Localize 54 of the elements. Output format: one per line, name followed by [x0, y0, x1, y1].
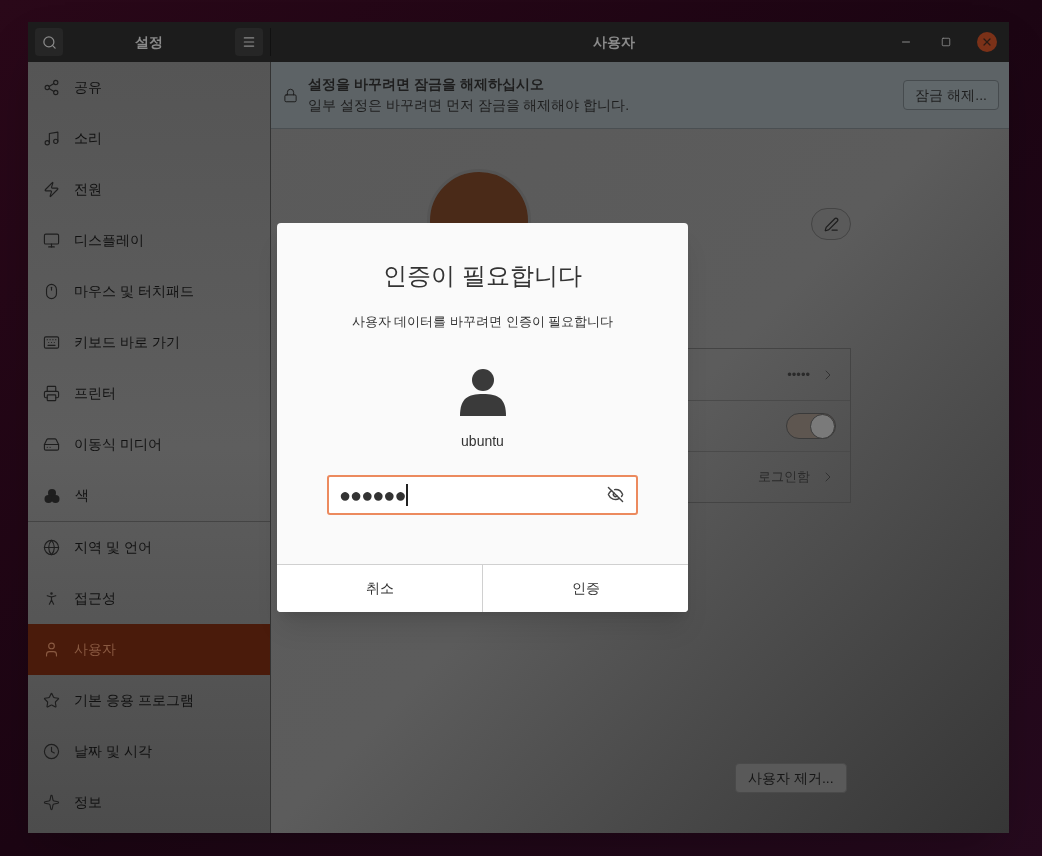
search-icon — [41, 34, 57, 50]
power-icon — [43, 181, 60, 198]
music-note-icon — [43, 130, 60, 147]
circles-icon — [43, 486, 61, 505]
close-icon — [981, 36, 993, 48]
drive-icon — [43, 436, 60, 453]
dialog-message: 사용자 데이터를 바꾸려면 인증이 필요합니다 — [351, 313, 614, 331]
sidebar-item[interactable]: 기본 응용 프로그램 — [28, 675, 270, 726]
password-field[interactable]: ●●●●●● — [327, 474, 638, 515]
search-button[interactable] — [35, 28, 63, 56]
sidebar-item[interactable]: 전원 — [28, 164, 270, 215]
sidebar-item[interactable]: 정보 — [28, 777, 270, 828]
user-icon — [43, 641, 60, 658]
close-button[interactable] — [977, 32, 997, 52]
sparkle-icon — [43, 794, 60, 811]
mouse-icon — [43, 283, 60, 300]
printer-icon — [43, 385, 60, 402]
dialog-username: ubuntu — [461, 431, 504, 451]
sidebar-item[interactable]: 디스플레이 — [28, 215, 270, 266]
hidden-eye-icon[interactable] — [607, 486, 624, 503]
banner-subtitle: 일부 설정은 바꾸려면 먼저 잠금을 해제해야 합니다. — [308, 96, 631, 115]
monitor-icon — [43, 232, 60, 249]
sidebar-item[interactable]: 프린터 — [28, 368, 270, 419]
sidebar-item[interactable]: 날짜 및 시각 — [28, 726, 270, 777]
menu-button[interactable] — [235, 28, 263, 56]
sidebar-item[interactable]: 사용자 — [28, 624, 270, 675]
user-icon — [459, 367, 506, 416]
keyboard-icon — [43, 334, 60, 351]
sidebar-item[interactable]: 지역 및 언어 — [28, 522, 270, 573]
lock-icon — [283, 87, 298, 103]
dialog-button[interactable]: 취소 — [277, 565, 482, 612]
window-title: 사용자 — [593, 32, 635, 52]
share-icon — [43, 79, 60, 96]
star-icon — [43, 692, 60, 709]
sidebar-item[interactable]: 소리 — [28, 113, 270, 164]
row-value: ••••• — [787, 365, 810, 384]
pencil-icon — [823, 216, 839, 232]
unlock-button[interactable]: 잠금 해제... — [903, 80, 999, 110]
dialog-button[interactable]: 인증 — [482, 565, 688, 612]
maximize-icon — [941, 37, 951, 47]
sidebar-title: 설정 — [135, 32, 163, 52]
sidebar-item[interactable]: 키보드 바로 가기 — [28, 317, 270, 368]
sidebar-item[interactable]: 색 — [28, 470, 270, 521]
sidebar-item[interactable]: 공유 — [28, 62, 270, 113]
sidebar-item[interactable]: 마우스 및 터치패드 — [28, 266, 270, 317]
sidebar-item[interactable]: 이동식 미디어 — [28, 419, 270, 470]
dialog-title: 인증이 필요합니다 — [383, 261, 582, 291]
edit-button[interactable] — [811, 208, 851, 240]
toggle-switch[interactable] — [786, 413, 836, 439]
globe-icon — [43, 539, 60, 556]
clock-icon — [43, 743, 60, 760]
sidebar-item[interactable]: 접근성 — [28, 573, 270, 624]
banner-title: 설정을 바꾸려면 잠금을 해제하십시오 — [308, 75, 545, 94]
menu-icon — [242, 35, 256, 49]
